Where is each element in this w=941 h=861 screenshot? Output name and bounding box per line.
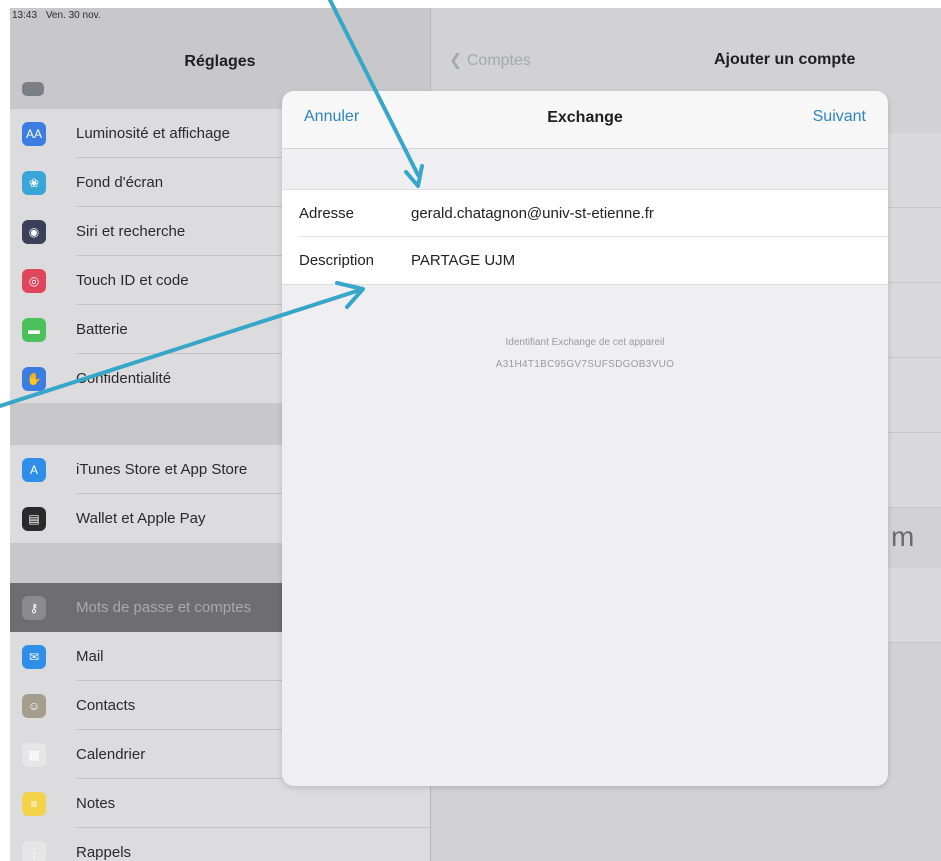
settings-row-label: iTunes Store et App Store — [76, 461, 248, 478]
settings-row-label: Batterie — [76, 321, 128, 338]
settings-row[interactable]: ≡ Notes — [10, 779, 430, 828]
back-label: Comptes — [466, 52, 531, 69]
detail-title: Ajouter un compte — [714, 51, 856, 68]
address-field[interactable] — [411, 205, 871, 222]
hand-icon: ✋ — [22, 366, 46, 391]
settings-row-label: Mail — [76, 648, 104, 665]
settings-row-label: Touch ID et code — [76, 272, 189, 289]
cancel-button[interactable]: Annuler — [304, 108, 359, 126]
status-bar: 13:43 Ven. 30 nov. — [12, 10, 107, 21]
chevron-left-icon: ❮ — [449, 52, 463, 69]
settings-row-label: Contacts — [76, 697, 136, 714]
settings-row-label: Siri et recherche — [76, 223, 186, 240]
status-time: 13:43 — [12, 10, 38, 21]
settings-row-label: Wallet et Apple Pay — [76, 510, 206, 527]
settings-row-label: Notes — [76, 795, 116, 812]
settings-row-label: Mots de passe et comptes — [76, 599, 252, 616]
settings-row[interactable]: ⋮ Rappels — [10, 828, 430, 861]
partial-account-text: m — [891, 521, 915, 552]
brightness-icon: AA — [22, 121, 46, 146]
description-row: Description — [282, 237, 888, 284]
ipad-screen: 13:43 Ven. 30 nov. Réglages AA Luminosité… — [10, 8, 941, 861]
settings-row-label: Confidentialité — [76, 370, 172, 387]
address-row: Adresse — [282, 190, 888, 237]
app-store-icon: A — [22, 457, 46, 482]
modal-title: Exchange — [547, 109, 623, 126]
modal-header: Annuler Exchange Suivant — [282, 91, 888, 149]
device-id-label: Identifiant Exchange de cet appareil — [505, 337, 665, 348]
key-icon: ⚷ — [22, 595, 46, 620]
siri-icon: ◉ — [22, 219, 46, 244]
contacts-icon: ☺ — [22, 693, 46, 718]
account-form: Adresse Description — [282, 189, 888, 285]
status-date: Ven. 30 nov. — [45, 10, 101, 21]
mail-icon: ✉ — [22, 644, 46, 669]
calendar-icon: ▦ — [22, 742, 46, 767]
battery-icon: ▬ — [22, 317, 46, 342]
description-label: Description — [299, 252, 375, 269]
settings-title: Réglages — [184, 53, 256, 70]
notes-icon: ≡ — [22, 791, 46, 816]
partial-settings-icon — [22, 82, 44, 96]
fingerprint-icon: ◎ — [22, 268, 46, 293]
settings-row-label: Rappels — [76, 844, 132, 861]
device-id-value: A31H4T1BC95GV7SUFSDGOB3VUO — [495, 359, 675, 370]
wallet-icon: ▤ — [22, 506, 46, 531]
description-field[interactable] — [411, 252, 871, 269]
wallpaper-icon: ❀ — [22, 170, 46, 195]
reminders-icon: ⋮ — [22, 840, 46, 861]
next-button[interactable]: Suivant — [813, 108, 866, 126]
address-label: Adresse — [299, 205, 355, 222]
back-button[interactable]: ❮ Comptes — [449, 50, 531, 70]
settings-row-label: Luminosité et affichage — [76, 125, 230, 142]
exchange-modal: Annuler Exchange Suivant Adresse Descrip… — [282, 91, 888, 786]
settings-row-label: Calendrier — [76, 746, 146, 763]
settings-row-label: Fond d'écran — [76, 174, 164, 191]
